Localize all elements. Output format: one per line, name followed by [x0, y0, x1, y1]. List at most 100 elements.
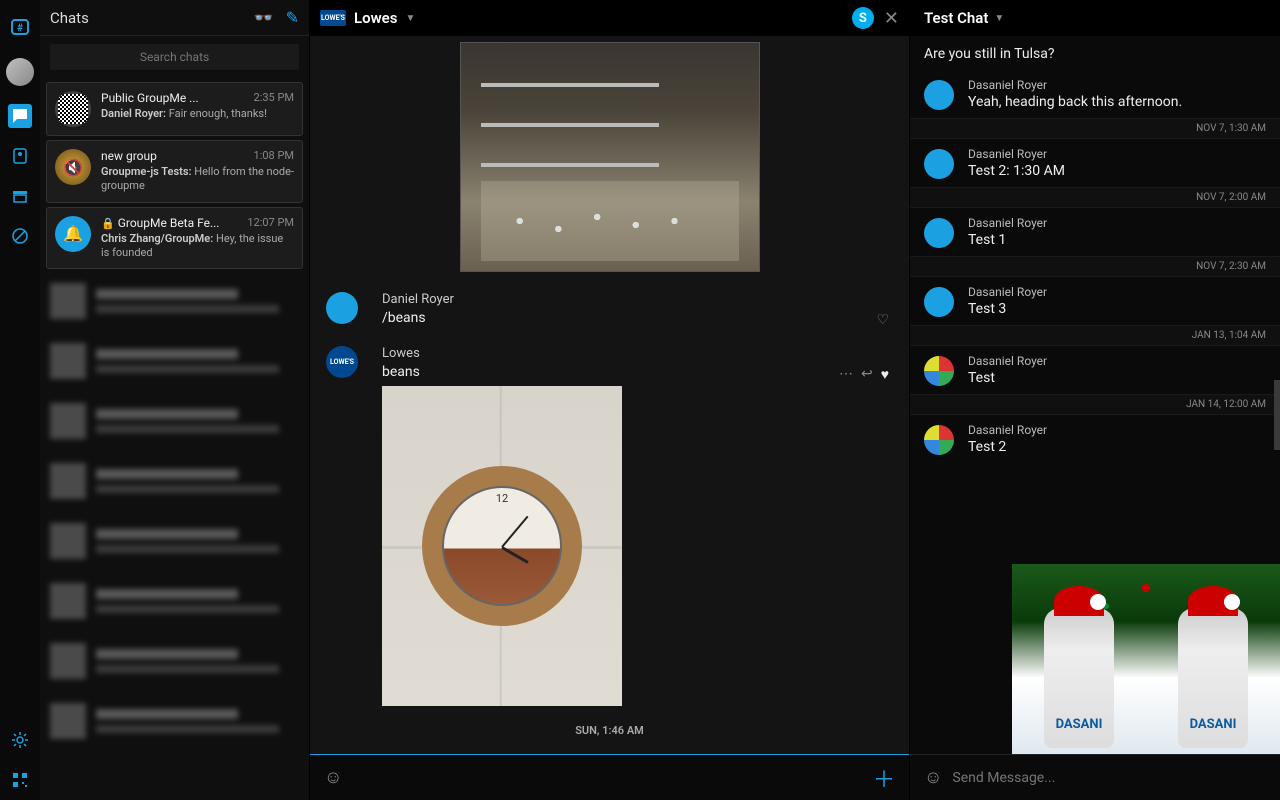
blurred-chat: [46, 573, 303, 629]
message-text: Yeah, heading back this afternoon.: [968, 94, 1266, 110]
scrollbar-thumb[interactable]: [1274, 380, 1280, 450]
ad-bottle: DASANI: [1044, 608, 1114, 748]
message-text: Test 1: [968, 232, 1266, 248]
message-sender: Dasaniel Royer: [968, 285, 1266, 299]
more-icon[interactable]: ⋯: [839, 366, 853, 383]
date-separator: NOV 7, 1:30 AM: [910, 118, 1280, 139]
blocked-icon[interactable]: [8, 224, 32, 248]
chevron-down-icon[interactable]: ▼: [405, 13, 415, 24]
secondary-header: Test Chat ▼: [910, 0, 1280, 36]
sidebar-header: Chats 👓 ✎: [40, 0, 309, 36]
conversation-header: LOWE'S Lowes ▼ S ✕: [310, 0, 909, 36]
secondary-title[interactable]: Test Chat: [924, 9, 988, 27]
date-separator: NOV 7, 2:30 AM: [910, 256, 1280, 277]
app-rail: #: [0, 0, 40, 800]
emoji-icon[interactable]: ☺: [324, 767, 342, 788]
date-separator: NOV 7, 2:00 AM: [910, 187, 1280, 208]
skype-icon[interactable]: S: [852, 7, 874, 29]
chat-list: Public GroupMe ...2:35 PM Daniel Royer: …: [40, 78, 309, 800]
blurred-chat: [46, 513, 303, 569]
chat-preview: Groupme-js Tests: Hello from the node-gr…: [101, 165, 294, 194]
qr-icon[interactable]: [8, 768, 32, 792]
chat-item[interactable]: Public GroupMe ...2:35 PM Daniel Royer: …: [46, 82, 303, 136]
search-wrapper: [40, 36, 309, 78]
date-separator: SUN, 1:46 AM: [310, 716, 909, 745]
heart-icon[interactable]: ♡: [876, 312, 889, 328]
chat-name: 🔒GroupMe Beta Fe...: [101, 216, 219, 230]
sender-avatar[interactable]: [924, 287, 954, 317]
chat-preview: Daniel Royer: Fair enough, thanks!: [101, 107, 294, 121]
message-text: Test 3: [968, 301, 1266, 317]
chat-item[interactable]: 🔇 new group 1:08 PM Groupme-js Tests: Hel…: [46, 140, 303, 203]
emoji-icon[interactable]: ☺: [924, 767, 942, 788]
message-row: Dasaniel Royer Test: [910, 346, 1280, 394]
message-sender: Lowes: [382, 346, 893, 361]
sender-avatar[interactable]: [924, 149, 954, 179]
contacts-icon[interactable]: [8, 144, 32, 168]
message-sender: Dasaniel Royer: [968, 423, 1266, 437]
message-image[interactable]: [310, 36, 909, 282]
groupme-icon[interactable]: #: [8, 16, 32, 40]
message-row: Are you still in Tulsa?: [910, 36, 1280, 70]
message-sender: Daniel Royer: [382, 292, 893, 307]
sender-avatar[interactable]: [924, 80, 954, 110]
date-separator: JAN 13, 1:04 AM: [910, 325, 1280, 346]
date-separator: JAN 14, 12:00 AM: [910, 394, 1280, 415]
chats-sidebar: Chats 👓 ✎ Public GroupMe ...2:35 PM Dani…: [40, 0, 310, 800]
message-row: Dasaniel RoyerTest 1: [910, 208, 1280, 256]
chat-avatar: 🔇: [55, 149, 91, 185]
svg-text:#: #: [17, 23, 23, 34]
ad-overlay[interactable]: DASANI DASANI: [1012, 564, 1280, 754]
sender-avatar[interactable]: [924, 425, 954, 455]
sender-avatar[interactable]: [924, 356, 954, 386]
conversation-title[interactable]: Lowes: [354, 9, 397, 27]
blurred-chat: [46, 333, 303, 389]
chats-icon[interactable]: [8, 104, 32, 128]
lock-icon: 🔒: [101, 217, 115, 230]
search-input[interactable]: [50, 44, 299, 70]
message-text: /beans: [382, 310, 893, 326]
blurred-chat: [46, 453, 303, 509]
message-sender: Dasaniel Royer: [968, 354, 1266, 368]
chat-name: Public GroupMe ...: [101, 91, 199, 105]
message-sender: Dasaniel Royer: [968, 78, 1266, 92]
chat-preview: Chris Zhang/GroupMe: Hey, the issue is f…: [101, 232, 294, 261]
message-row: Dasaniel Royer Test 2: [910, 415, 1280, 463]
message-image[interactable]: [382, 386, 622, 706]
chat-time: 12:07 PM: [247, 216, 294, 230]
message-input[interactable]: [952, 770, 1266, 786]
secondary-composer[interactable]: ☺: [910, 754, 1280, 800]
message-text: Test 2: 1:30 AM: [968, 163, 1266, 179]
chat-item[interactable]: 🔔 🔒GroupMe Beta Fe... 12:07 PM Chris Zhan…: [46, 207, 303, 270]
message-sender: Dasaniel Royer: [968, 147, 1266, 161]
sidebar-title: Chats: [50, 9, 89, 27]
sender-avatar[interactable]: [924, 218, 954, 248]
conversation-pane: LOWE'S Lowes ▼ S ✕ Daniel Royer /beans ♡…: [310, 0, 910, 800]
close-icon[interactable]: ✕: [884, 8, 899, 29]
chat-avatar: 🔔: [55, 216, 91, 252]
message-row: Dasaniel Royer Test 3: [910, 277, 1280, 325]
heart-icon[interactable]: ♥: [881, 366, 889, 383]
message-text: Test: [968, 370, 1266, 386]
compose-icon[interactable]: ✎: [286, 8, 299, 27]
chat-name: new group: [101, 149, 157, 163]
sender-avatar[interactable]: [326, 292, 358, 324]
message-text: Test 2: [968, 439, 1266, 455]
message-text: Are you still in Tulsa?: [924, 46, 1266, 62]
message-composer[interactable]: ☺ ＋: [310, 754, 909, 800]
user-avatar[interactable]: [6, 58, 34, 86]
chat-avatar: [55, 91, 91, 127]
add-icon[interactable]: ＋: [873, 762, 895, 794]
message-row: Dasaniel Royer Yeah, heading back this af…: [910, 70, 1280, 118]
message-scroll[interactable]: Daniel Royer /beans ♡ LOWE'S Lowes beans…: [310, 36, 909, 754]
sender-avatar[interactable]: LOWE'S: [326, 346, 358, 378]
glasses-icon[interactable]: 👓: [254, 8, 274, 27]
chat-time: 1:08 PM: [254, 149, 294, 163]
ad-bottle: DASANI: [1178, 608, 1248, 748]
settings-icon[interactable]: [8, 728, 32, 752]
reply-icon[interactable]: ↩: [861, 366, 873, 383]
blurred-chat: [46, 633, 303, 689]
archive-icon[interactable]: [8, 184, 32, 208]
chevron-down-icon[interactable]: ▼: [994, 13, 1004, 24]
blurred-chat: [46, 393, 303, 449]
